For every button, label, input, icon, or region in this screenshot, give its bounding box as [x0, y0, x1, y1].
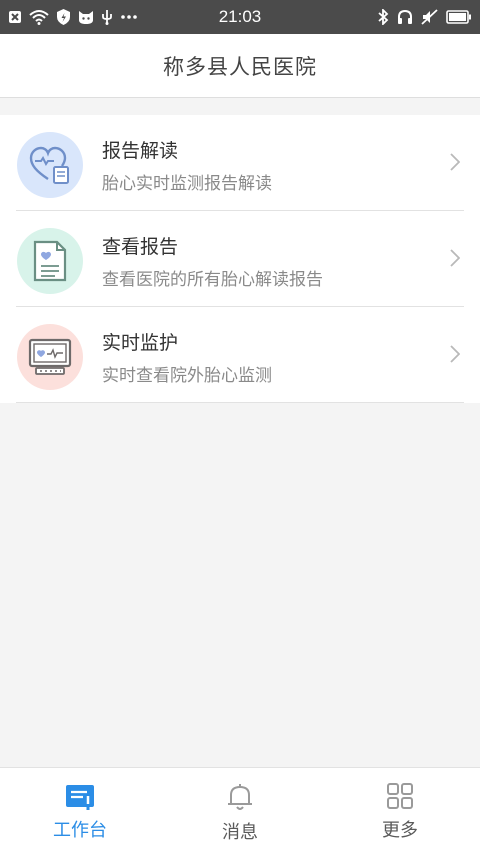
menu-item-subtitle: 胎心实时监测报告解读 [102, 174, 272, 194]
menu-item-realtime-monitoring[interactable]: 实时监护 实时查看院外胎心监测 [0, 307, 480, 403]
headphones-icon [397, 9, 413, 25]
bottom-tab-bar: 工作台 消息 更多 [0, 767, 480, 853]
grid-icon [386, 782, 414, 810]
cat-icon [78, 10, 94, 25]
mute-icon [421, 9, 438, 25]
heart-report-icon [17, 132, 83, 198]
page-title: 称多县人民医院 [163, 54, 317, 79]
menu-item-title: 查看报告 [102, 236, 179, 258]
menu-item-view-reports[interactable]: 查看报告 查看医院的所有胎心解读报告 [0, 211, 480, 307]
monitor-icon [17, 324, 83, 390]
bell-icon [226, 782, 254, 812]
status-bar: 21:03 [0, 0, 480, 34]
tab-workbench[interactable]: 工作台 [0, 768, 160, 853]
status-time: 21:03 [218, 7, 262, 26]
chevron-right-icon [450, 249, 461, 271]
chevron-right-icon [450, 153, 461, 175]
document-icon [17, 228, 83, 294]
tab-label: 消息 [222, 822, 258, 843]
title-bar: 称多县人民医院 [0, 34, 480, 98]
battery-icon [446, 10, 472, 24]
tab-more[interactable]: 更多 [320, 768, 480, 853]
menu-item-title: 实时监护 [102, 332, 179, 354]
usb-icon [101, 9, 113, 25]
chevron-right-icon [450, 345, 461, 367]
workbench-icon [65, 782, 95, 810]
status-right-icons [302, 9, 472, 25]
bluetooth-icon [377, 9, 389, 25]
menu-item-title: 报告解读 [102, 140, 179, 162]
status-left-icons [8, 9, 178, 25]
tab-label: 更多 [382, 820, 418, 841]
divider [16, 402, 464, 403]
menu-item-subtitle: 实时查看院外胎心监测 [102, 366, 272, 386]
menu-item-report-interpretation[interactable]: 报告解读 胎心实时监测报告解读 [0, 115, 480, 211]
shield-icon [56, 9, 71, 25]
wifi-icon [29, 9, 49, 25]
tab-messages[interactable]: 消息 [160, 768, 320, 853]
menu-item-subtitle: 查看医院的所有胎心解读报告 [102, 270, 323, 290]
menu-list: 报告解读 胎心实时监测报告解读 查看报告 查看医院的所有胎心解读报告 实时监护 … [0, 115, 480, 403]
more-dots-icon [120, 14, 138, 20]
tab-label: 工作台 [53, 820, 107, 841]
close-box-icon [8, 10, 22, 24]
